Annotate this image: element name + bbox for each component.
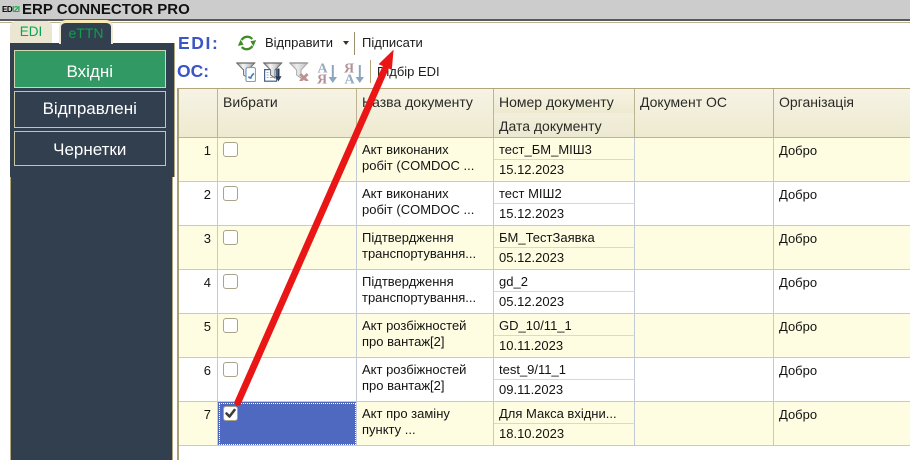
svg-text:Я: Я <box>317 73 327 85</box>
svg-text:А: А <box>345 73 356 85</box>
